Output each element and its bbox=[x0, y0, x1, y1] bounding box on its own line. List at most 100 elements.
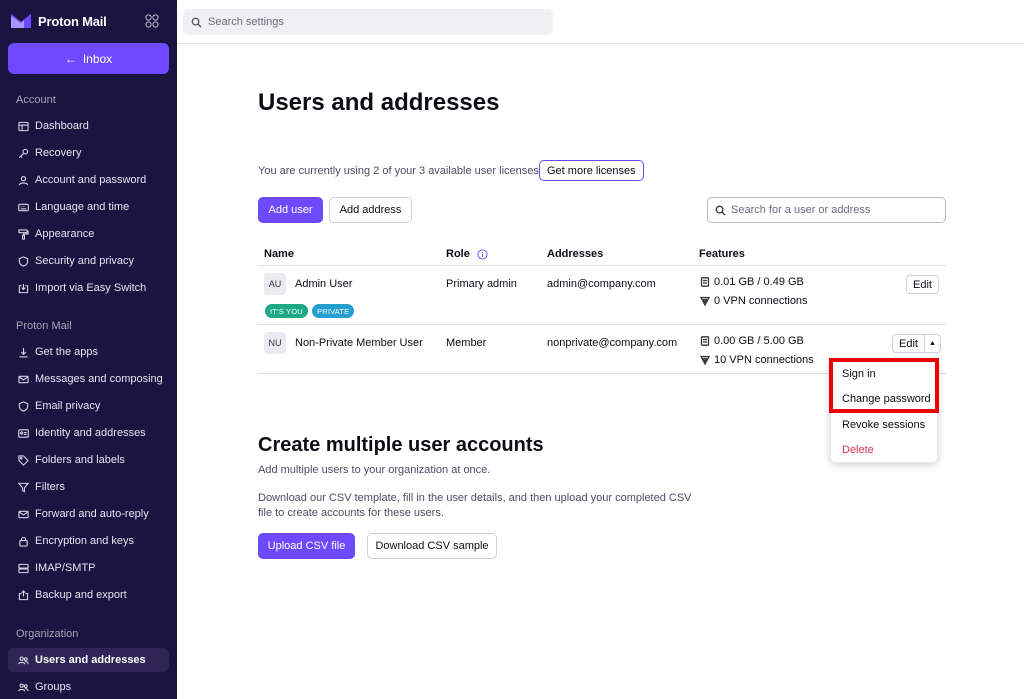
sidebar-item-users-and-addresses[interactable]: Users and addresses bbox=[8, 648, 169, 672]
search-icon bbox=[715, 205, 726, 216]
sidebar-item-label: Recovery bbox=[35, 147, 82, 159]
sidebar-item-backup-and-export[interactable]: Backup and export bbox=[8, 583, 169, 607]
storage-feature: 0.01 GB / 0.49 GB bbox=[700, 276, 804, 288]
revoke-sessions-menu-item[interactable]: Revoke sessions bbox=[842, 419, 925, 431]
create-multiple-subtitle: Add multiple users to your organization … bbox=[258, 464, 491, 476]
section-account: Account bbox=[16, 94, 56, 106]
edit-user-button[interactable]: Edit bbox=[906, 275, 939, 294]
user-name: Admin User bbox=[295, 278, 353, 290]
avatar: AU bbox=[264, 273, 286, 295]
sidebar-item-account-and-password[interactable]: Account and password bbox=[8, 168, 169, 192]
edit-label[interactable]: Edit bbox=[893, 338, 924, 350]
settings-search-input[interactable] bbox=[208, 16, 538, 28]
column-header-name: Name bbox=[264, 248, 294, 260]
proton-logo-icon bbox=[11, 14, 31, 28]
arrow-left-icon: ← bbox=[64, 51, 77, 66]
delete-menu-item[interactable]: Delete bbox=[842, 444, 874, 456]
sidebar-item-label: Identity and addresses bbox=[35, 427, 146, 439]
section-organization: Organization bbox=[16, 628, 79, 640]
vpn-text: 10 VPN connections bbox=[714, 354, 814, 366]
sidebar-item-label: Dashboard bbox=[35, 120, 89, 132]
vpn-icon bbox=[700, 296, 710, 306]
add-user-button[interactable]: Add user bbox=[258, 197, 323, 223]
user-role: Member bbox=[446, 337, 487, 349]
sidebar-item-identity-and-addresses[interactable]: Identity and addresses bbox=[8, 421, 169, 445]
column-header-features: Features bbox=[699, 248, 745, 260]
user-search-box[interactable] bbox=[707, 197, 946, 223]
user-address: admin@company.com bbox=[547, 278, 656, 290]
vpn-feature: 0 VPN connections bbox=[700, 295, 808, 307]
top-bar bbox=[177, 0, 1024, 44]
sidebar-item-appearance[interactable]: Appearance bbox=[8, 222, 169, 246]
sidebar-item-label: Users and addresses bbox=[35, 654, 146, 666]
download-icon bbox=[17, 346, 29, 358]
sidebar-item-get-the-apps[interactable]: Get the apps bbox=[8, 340, 169, 364]
sidebar-item-forward-and-auto-reply[interactable]: Forward and auto-reply bbox=[8, 502, 169, 526]
csv-description-line-2: file to create accounts for these users. bbox=[258, 507, 444, 519]
add-address-button[interactable]: Add address bbox=[329, 197, 412, 223]
back-to-inbox-button[interactable]: ← Inbox bbox=[8, 43, 169, 74]
csv-description-line-1: Download our CSV template, fill in the u… bbox=[258, 492, 692, 504]
user-icon bbox=[17, 174, 29, 186]
sidebar-item-label: Appearance bbox=[35, 228, 95, 240]
sidebar-item-recovery[interactable]: Recovery bbox=[8, 141, 169, 165]
shield-icon bbox=[17, 255, 29, 267]
sidebar-item-label: Backup and export bbox=[35, 589, 127, 601]
upload-csv-button[interactable]: Upload CSV file bbox=[258, 533, 355, 559]
export-icon bbox=[17, 589, 29, 601]
vpn-text: 0 VPN connections bbox=[714, 295, 808, 307]
proton-mail-logo[interactable]: Proton Mail bbox=[10, 12, 107, 30]
sidebar-item-label: Get the apps bbox=[35, 346, 98, 358]
envelope-icon bbox=[17, 373, 29, 385]
sidebar-item-import-via-easy-switch[interactable]: Import via Easy Switch bbox=[8, 276, 169, 300]
search-icon bbox=[191, 17, 202, 28]
private-badge: PRIVATE bbox=[312, 304, 355, 318]
sidebar-item-label: Filters bbox=[35, 481, 65, 493]
sidebar-item-label: Language and time bbox=[35, 201, 130, 213]
sidebar-item-imap-smtp[interactable]: IMAP/SMTP bbox=[8, 556, 169, 580]
sidebar-item-label: Messages and composing bbox=[35, 373, 163, 385]
apps-grid-icon[interactable] bbox=[145, 14, 159, 28]
users-icon bbox=[17, 654, 29, 666]
info-icon[interactable] bbox=[477, 248, 488, 260]
divider bbox=[258, 324, 946, 325]
sidebar-item-folders-and-labels[interactable]: Folders and labels bbox=[8, 448, 169, 472]
id-card-icon bbox=[17, 427, 29, 439]
sidebar-item-label: Security and privacy bbox=[35, 255, 135, 267]
sidebar-item-dashboard[interactable]: Dashboard bbox=[8, 114, 169, 138]
storage-icon bbox=[700, 336, 710, 346]
sidebar-item-label: Email privacy bbox=[35, 400, 101, 412]
highlight-annotation bbox=[829, 358, 939, 413]
sidebar-item-email-privacy[interactable]: Email privacy bbox=[8, 394, 169, 418]
storage-text: 0.01 GB / 0.49 GB bbox=[714, 276, 804, 288]
sidebar-item-security-and-privacy[interactable]: Security and privacy bbox=[8, 249, 169, 273]
keyboard-icon bbox=[17, 201, 29, 213]
sidebar: Proton Mail ← Inbox Account Dashboard Re… bbox=[0, 0, 177, 699]
tag-icon bbox=[17, 454, 29, 466]
user-address: nonprivate@company.com bbox=[547, 337, 678, 349]
shield-icon bbox=[17, 400, 29, 412]
filter-icon bbox=[17, 481, 29, 493]
sidebar-item-label: Import via Easy Switch bbox=[35, 282, 147, 294]
app-name: Proton Mail bbox=[38, 13, 107, 29]
get-more-licenses-button[interactable]: Get more licenses bbox=[539, 160, 644, 181]
column-header-role: Role bbox=[446, 248, 488, 260]
user-role: Primary admin bbox=[446, 278, 517, 290]
user-search-input[interactable] bbox=[731, 204, 941, 216]
sidebar-item-language-and-time[interactable]: Language and time bbox=[8, 195, 169, 219]
its-you-badge: IT'S YOU bbox=[265, 304, 308, 318]
lock-icon bbox=[17, 535, 29, 547]
vpn-icon bbox=[700, 355, 710, 365]
edit-user-split-button[interactable]: Edit ▲ bbox=[892, 334, 941, 353]
sidebar-item-messages-and-composing[interactable]: Messages and composing bbox=[8, 367, 169, 391]
create-multiple-title: Create multiple user accounts bbox=[258, 434, 544, 456]
sidebar-item-groups[interactable]: Groups bbox=[8, 675, 169, 699]
sidebar-item-encryption-and-keys[interactable]: Encryption and keys bbox=[8, 529, 169, 553]
sidebar-item-filters[interactable]: Filters bbox=[8, 475, 169, 499]
caret-up-icon[interactable]: ▲ bbox=[923, 335, 940, 352]
download-csv-sample-button[interactable]: Download CSV sample bbox=[367, 533, 497, 559]
key-icon bbox=[17, 147, 29, 159]
import-icon bbox=[17, 282, 29, 294]
storage-feature: 0.00 GB / 5.00 GB bbox=[700, 335, 804, 347]
settings-search-box[interactable] bbox=[183, 9, 553, 35]
